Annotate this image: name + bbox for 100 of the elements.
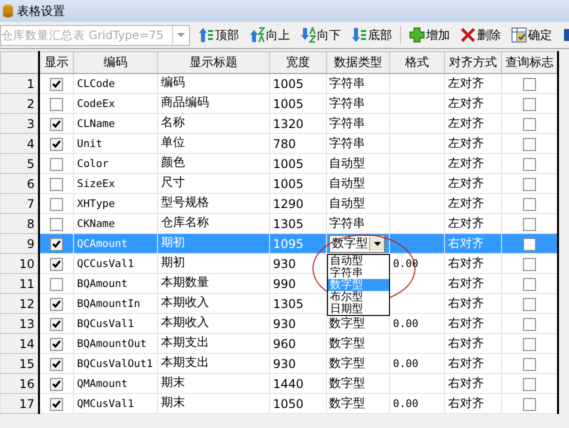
checkbox[interactable] <box>522 238 536 251</box>
checkbox[interactable] <box>522 258 536 271</box>
table-cell: 右对齐 <box>448 296 484 310</box>
table-cell: 名称 <box>161 115 185 129</box>
dropdown-arrow-icon <box>374 242 380 246</box>
row-number: 2 <box>0 94 38 114</box>
checkbox[interactable] <box>522 318 536 331</box>
table-cell: 期初 <box>161 235 185 249</box>
table-cell: 930 <box>273 256 296 270</box>
column-header[interactable]: 编码 <box>74 52 158 74</box>
table-cell: 数字型 <box>329 376 365 390</box>
checkbox[interactable] <box>522 378 536 391</box>
table-cell: 左对齐 <box>448 76 484 90</box>
checkbox[interactable] <box>50 378 63 391</box>
column-header[interactable]: 数据类型 <box>326 52 390 74</box>
column-header[interactable]: 宽度 <box>270 52 326 74</box>
checkbox[interactable] <box>522 178 536 191</box>
table-cell: 右对齐 <box>448 276 484 290</box>
dropdown-arrow-icon <box>177 33 185 37</box>
checkbox[interactable] <box>50 138 63 151</box>
checkbox[interactable] <box>50 238 63 251</box>
toolbar-button[interactable]: 确定 <box>507 26 556 44</box>
sort-down-icon <box>300 27 316 43</box>
toolbar-button[interactable]: 向上 <box>245 26 294 44</box>
table-cell: 1005 <box>273 156 304 170</box>
toolbar-button[interactable]: 删除 <box>456 26 505 44</box>
toolbar-button[interactable]: 向下 <box>296 26 345 44</box>
toolbar-icon[interactable] <box>563 27 569 43</box>
checkbox[interactable] <box>50 198 63 211</box>
checkbox[interactable] <box>50 158 63 171</box>
checkbox[interactable] <box>50 338 63 351</box>
sort-up-icon <box>249 27 265 43</box>
table-cell: 右对齐 <box>448 256 484 270</box>
checkbox[interactable] <box>50 398 63 411</box>
dropdown-option[interactable]: 布尔型 <box>328 291 389 303</box>
row-number: 15 <box>0 354 38 374</box>
table-cell: 右对齐 <box>448 376 484 390</box>
checkbox[interactable] <box>522 98 536 111</box>
table-cell: 数字型 <box>329 356 365 370</box>
checkbox[interactable] <box>522 118 536 131</box>
arrow-down-icon <box>351 27 367 43</box>
column-header[interactable]: 显示 <box>38 52 74 74</box>
row-number: 7 <box>0 194 38 214</box>
window-title: 表格设置 <box>17 2 65 20</box>
checkbox[interactable] <box>50 278 63 291</box>
table-cell: 尺寸 <box>161 175 185 189</box>
toolbar-button[interactable]: 增加 <box>405 26 454 44</box>
checkbox[interactable] <box>50 178 63 191</box>
checkbox[interactable] <box>50 298 63 311</box>
table-cell: 本期支出 <box>161 335 209 349</box>
toolbar-button[interactable]: 底部 <box>347 26 396 44</box>
checkbox[interactable] <box>50 118 63 131</box>
checkbox[interactable] <box>522 338 536 351</box>
table-cell: 1320 <box>273 116 304 130</box>
table-cell: XHType <box>77 198 115 210</box>
row-number: 6 <box>0 174 38 194</box>
table-cell: 0.00 <box>393 358 418 370</box>
checkbox[interactable] <box>522 158 536 171</box>
column-header[interactable]: 显示标题 <box>158 52 270 74</box>
table-cell: 0.00 <box>393 318 418 330</box>
table-cell: 型号规格 <box>161 195 209 209</box>
table-cell: 左对齐 <box>448 176 484 190</box>
checkbox[interactable] <box>50 318 63 331</box>
table-cell: 右对齐 <box>448 336 484 350</box>
toolbar-button[interactable]: 顶部 <box>194 26 243 44</box>
checkbox[interactable] <box>522 198 536 211</box>
table-cell: QMCusVal1 <box>77 398 134 410</box>
column-header[interactable]: 查询标志 <box>502 52 558 74</box>
table-cell: BQAmountOut <box>77 338 147 350</box>
table-cell: 0.00 <box>393 398 418 410</box>
checkbox[interactable] <box>50 98 63 111</box>
table-cell: 1005 <box>273 96 304 110</box>
dropdown-option[interactable]: 字符串 <box>328 267 389 279</box>
checkbox[interactable] <box>522 358 536 371</box>
checkbox[interactable] <box>522 78 536 91</box>
column-header[interactable]: 格式 <box>390 52 444 74</box>
table-cell: 颜色 <box>161 155 185 169</box>
checkbox[interactable] <box>522 398 536 411</box>
checkbox[interactable] <box>522 218 536 231</box>
table-check-icon <box>511 27 527 43</box>
checkbox[interactable] <box>522 138 536 151</box>
checkbox[interactable] <box>522 298 536 311</box>
table-cell: 1050 <box>273 396 304 410</box>
table-cell: 780 <box>273 136 296 150</box>
checkbox[interactable] <box>522 278 536 291</box>
table-cell: 字符串 <box>329 136 365 150</box>
table-cell: 930 <box>273 316 296 330</box>
table-cell: 1095 <box>273 236 304 250</box>
table-cell: 本期收入 <box>161 295 209 309</box>
checkbox[interactable] <box>50 78 63 91</box>
checkbox[interactable] <box>50 258 63 271</box>
checkbox[interactable] <box>50 358 63 371</box>
checkbox[interactable] <box>50 218 63 231</box>
row-number: 11 <box>0 274 38 294</box>
plus-icon <box>409 27 425 43</box>
column-header[interactable]: 对齐方式 <box>444 52 502 74</box>
row-number: 12 <box>0 294 38 314</box>
table-cell: 左对齐 <box>448 116 484 130</box>
table-cell: 左对齐 <box>448 156 484 170</box>
table-cell: 期初 <box>161 255 185 269</box>
